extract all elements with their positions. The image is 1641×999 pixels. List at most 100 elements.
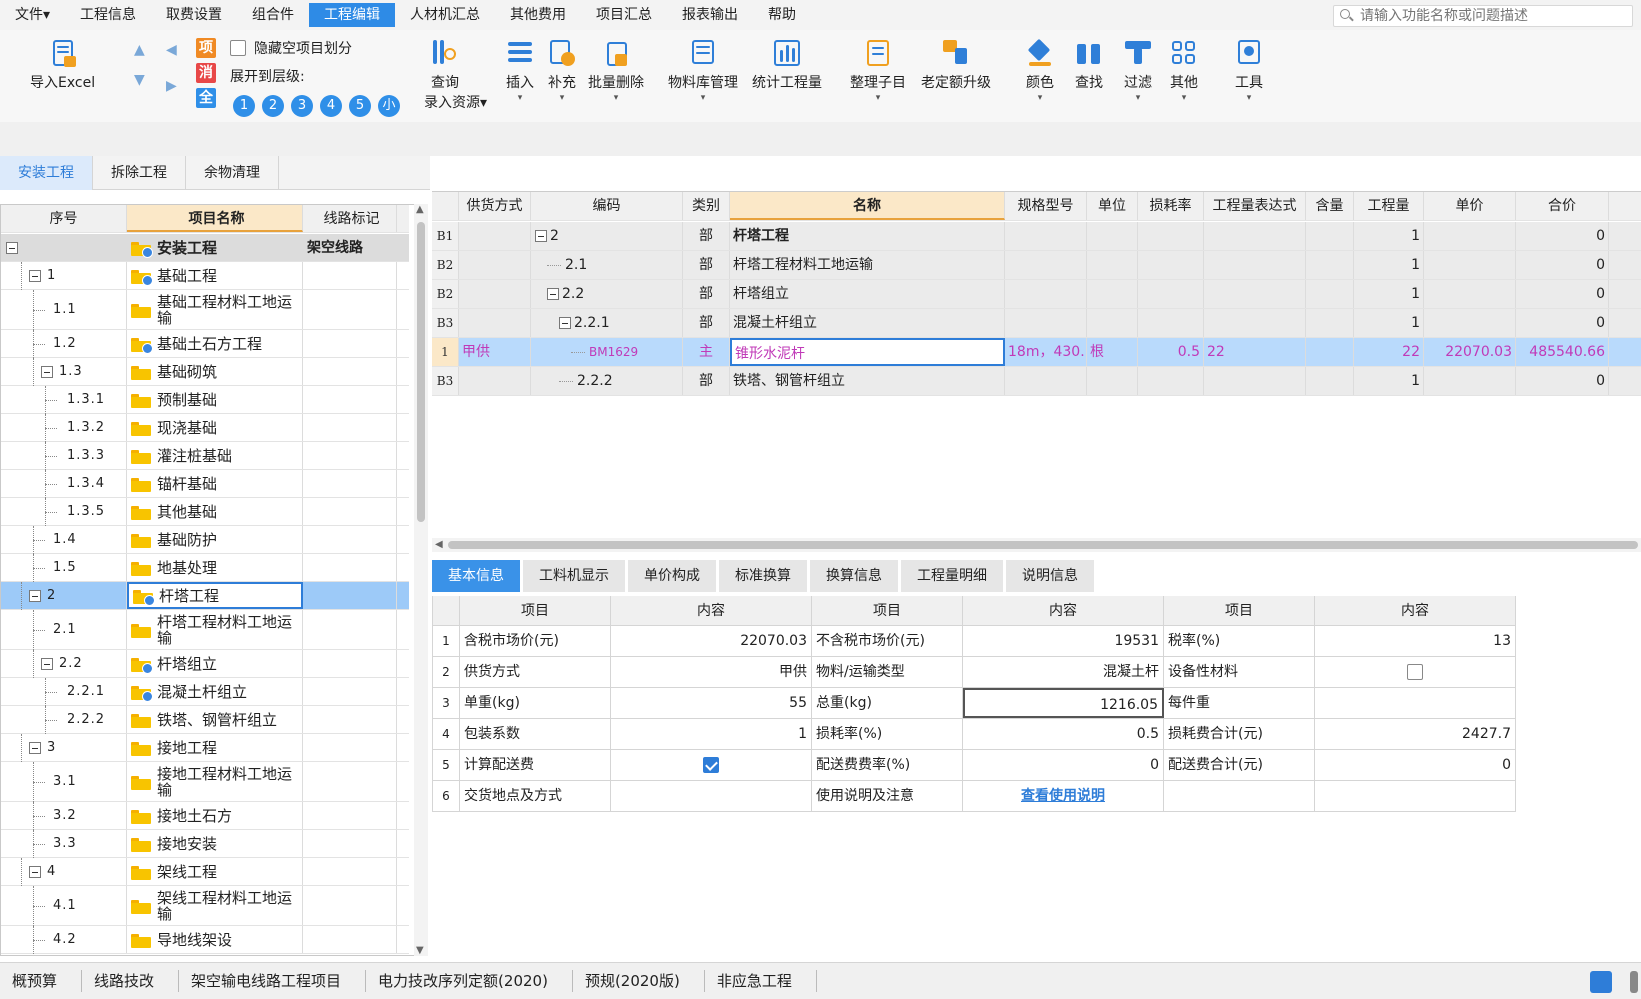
menu-assembly[interactable]: 组合件 (237, 3, 309, 27)
tree-name-cell[interactable]: 混凝土杆组立 (127, 678, 303, 705)
grid-cell-supply[interactable] (459, 251, 531, 279)
tree-mark-cell[interactable] (303, 706, 397, 733)
tree-mark-cell[interactable] (303, 734, 397, 761)
tree-header-mark[interactable]: 线路标记 (303, 205, 397, 232)
tree-row[interactable]: 1.1 基础工程材料工地运输 (1, 290, 409, 330)
detail-value-cell[interactable]: 1 (611, 719, 812, 749)
tree-row[interactable]: 2.2.2 铁塔、钢管杆组立 (1, 706, 409, 734)
organize-items-button[interactable]: 整理子目 ▾ (850, 38, 906, 103)
collapse-toggle-icon[interactable] (29, 590, 41, 602)
tree-row[interactable]: 2.1 杆塔工程材料工地运输 (1, 610, 409, 650)
tree-name-cell[interactable]: 其他基础 (127, 498, 303, 525)
detail-value-cell[interactable]: 19531 (963, 626, 1164, 656)
move-left-icon[interactable]: ◀ (166, 42, 177, 58)
grid-cell-loss[interactable] (1138, 251, 1204, 279)
scroll-up-icon[interactable]: ▲ (416, 204, 424, 215)
grid-cell-qty[interactable]: 1 (1354, 222, 1424, 250)
detail-value-cell[interactable] (611, 750, 812, 780)
tab-description-info[interactable]: 说明信息 (1006, 560, 1094, 592)
calc-delivery-checkbox[interactable] (703, 757, 719, 773)
grid-cell-unit[interactable] (1087, 367, 1138, 395)
detail-value-cell[interactable] (611, 781, 812, 811)
find-button[interactable]: 查找 (1074, 38, 1104, 92)
tree-mark-cell[interactable] (303, 554, 397, 581)
grid-cell-price[interactable] (1424, 280, 1516, 308)
tree-row[interactable]: 2.2.1 混凝土杆组立 (1, 678, 409, 706)
tree-row[interactable]: 1 基础工程 (1, 262, 409, 290)
supplement-button[interactable]: 补充 ▾ (547, 38, 577, 103)
tree-mark-cell[interactable] (303, 582, 397, 609)
grid-cell-total[interactable]: 0 (1516, 251, 1609, 279)
grid-cell-id[interactable]: B3 (432, 309, 459, 337)
grid-cell-spec[interactable] (1005, 222, 1087, 250)
grid-row[interactable]: B1 2 部杆塔工程 1 0 (432, 222, 1641, 251)
detail-value-cell[interactable]: 1216.05 (963, 688, 1164, 718)
grid-cell-price[interactable] (1424, 309, 1516, 337)
collapse-toggle-icon[interactable] (41, 658, 53, 670)
quota-upgrade-button[interactable]: 老定额升级 (921, 38, 991, 92)
tree-name-cell[interactable]: 杆塔工程材料工地运输 (127, 610, 303, 649)
grid-cell-expr[interactable]: 22 (1204, 338, 1306, 366)
grid-cell-spec[interactable] (1005, 251, 1087, 279)
tree-mark-cell[interactable] (303, 386, 397, 413)
grid-cell-content[interactable] (1306, 309, 1354, 337)
grid-cell-id[interactable]: B2 (432, 280, 459, 308)
tree-mark-cell[interactable] (303, 470, 397, 497)
tree-mark-cell[interactable] (303, 414, 397, 441)
tree-row[interactable]: 3.1 接地工程材料工地运输 (1, 762, 409, 802)
grid-cell-loss[interactable] (1138, 280, 1204, 308)
hide-empty-checkbox[interactable] (230, 40, 246, 56)
tree-row[interactable]: 1.5 地基处理 (1, 554, 409, 582)
grid-header-code[interactable]: 编码 (531, 192, 683, 220)
tree-name-cell[interactable]: 杆塔工程 (127, 582, 303, 609)
grid-cell-qty[interactable]: 1 (1354, 367, 1424, 395)
grid-cell-price[interactable] (1424, 222, 1516, 250)
tree-name-cell[interactable]: 架线工程材料工地运输 (127, 886, 303, 925)
tree-row[interactable]: 1.3.3 灌注桩基础 (1, 442, 409, 470)
level-small-button[interactable]: 小 (378, 95, 400, 117)
menu-project-summary[interactable]: 项目汇总 (581, 3, 667, 27)
stat-quantity-button[interactable]: 统计工程量 (752, 38, 822, 92)
detail-value-cell[interactable]: 0 (1315, 750, 1516, 780)
tree-name-cell[interactable]: 基础防护 (127, 526, 303, 553)
hide-empty-option[interactable]: 隐藏空项目划分 (230, 38, 352, 58)
tree-name-cell[interactable]: 基础土石方工程 (127, 330, 303, 357)
grid-cell-unit[interactable]: 根 (1087, 338, 1138, 366)
grid-cell-name[interactable]: 混凝土杆组立 (730, 309, 1005, 337)
grid-header-qty[interactable]: 工程量 (1354, 192, 1424, 220)
other-button[interactable]: 其他 ▾ (1169, 38, 1199, 103)
grid-cell-type[interactable]: 部 (683, 280, 730, 308)
grid-header-total[interactable]: 合价 (1516, 192, 1609, 220)
tree-scroll-thumb[interactable] (417, 222, 425, 522)
badge-xiang[interactable]: 项 (196, 38, 216, 58)
tree-name-cell[interactable]: 安装工程 (127, 234, 303, 261)
tree-row[interactable]: 1.3.2 现浇基础 (1, 414, 409, 442)
tree-mark-cell[interactable] (303, 498, 397, 525)
detail-value-cell[interactable] (1315, 657, 1516, 687)
grid-cell-total[interactable]: 485540.66 (1516, 338, 1609, 366)
detail-value-cell[interactable]: 13 (1315, 626, 1516, 656)
grid-cell-name[interactable]: 铁塔、钢管杆组立 (730, 367, 1005, 395)
tree-header-name[interactable]: 项目名称 (127, 205, 303, 232)
tree-name-cell[interactable]: 接地工程 (127, 734, 303, 761)
tree-name-cell[interactable]: 基础砌筑 (127, 358, 303, 385)
grid-cell-id[interactable]: B2 (432, 251, 459, 279)
tree-mark-cell[interactable] (303, 358, 397, 385)
grid-cell-total[interactable]: 0 (1516, 222, 1609, 250)
grid-hscrollbar[interactable]: ◀ (432, 538, 1641, 552)
grid-cell-name[interactable]: 杆塔组立 (730, 280, 1005, 308)
tree-row[interactable]: 安装工程 架空线路 (1, 234, 409, 262)
grid-cell-code[interactable]: BM1629 (531, 338, 683, 366)
grid-cell-expr[interactable] (1204, 309, 1306, 337)
detail-value-cell[interactable]: 2427.7 (1315, 719, 1516, 749)
tree-name-cell[interactable]: 灌注桩基础 (127, 442, 303, 469)
grid-header-type[interactable]: 类别 (683, 192, 730, 220)
tree-name-cell[interactable]: 接地工程材料工地运输 (127, 762, 303, 801)
grid-header-price[interactable]: 单价 (1424, 192, 1516, 220)
grid-cell-loss[interactable] (1138, 367, 1204, 395)
grid-row[interactable]: B3 2.2.1 部混凝土杆组立 1 0 (432, 309, 1641, 338)
badge-xiao[interactable]: 消 (196, 63, 216, 83)
grid-cell-code[interactable]: 2 (531, 222, 683, 250)
layout-view-icon[interactable] (1590, 971, 1612, 993)
tree-name-cell[interactable]: 杆塔组立 (127, 650, 303, 677)
